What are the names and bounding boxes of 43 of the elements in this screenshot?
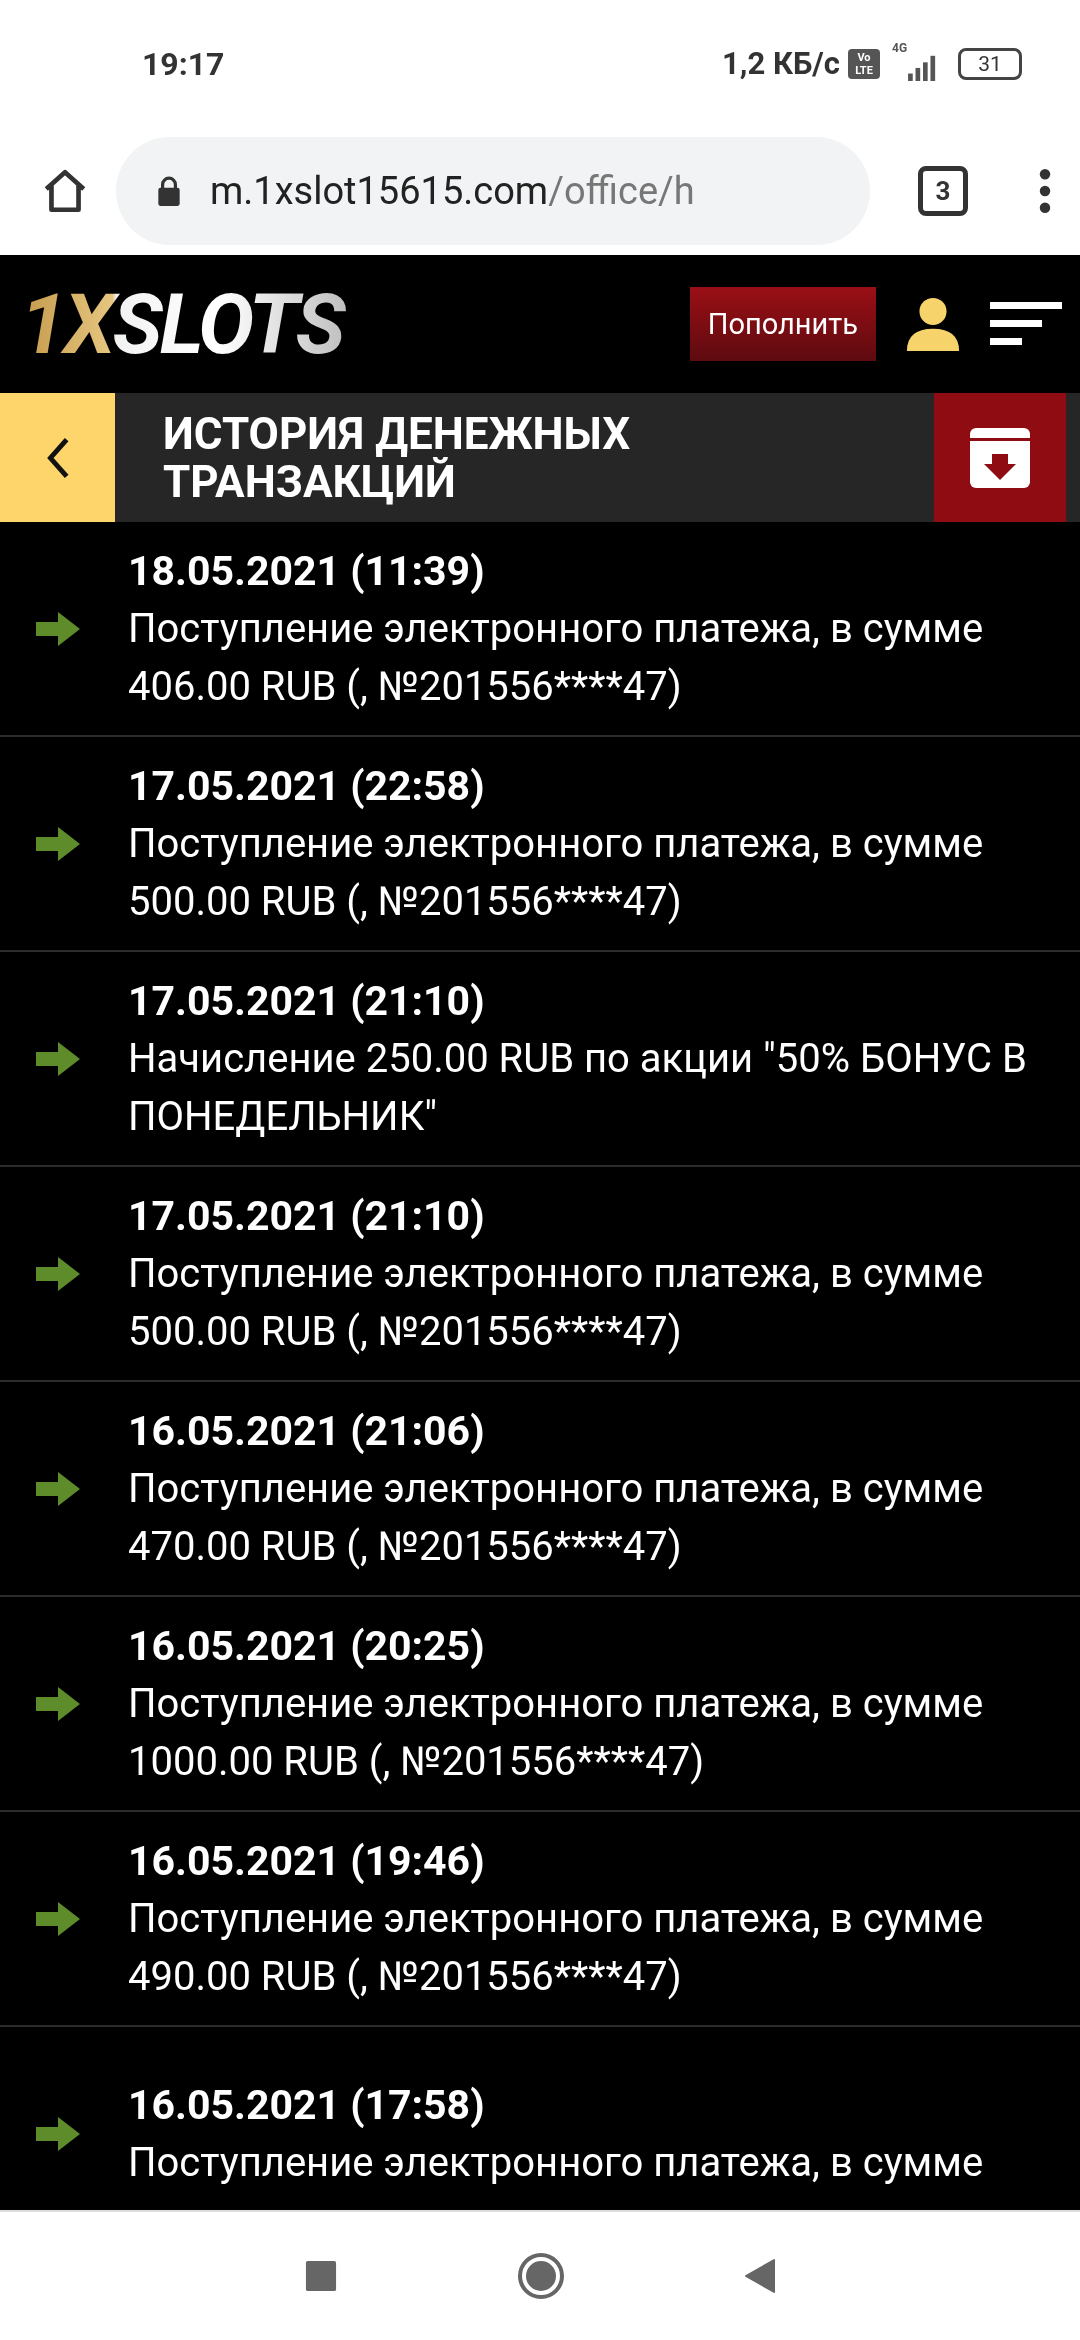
transaction-date: 17.05.2021 (22:58)	[128, 760, 486, 812]
recent-apps-icon[interactable]	[305, 2260, 337, 2292]
transaction-description: Поступление электронного платежа, в сумме 406.00 RUB (, №201556****47)	[128, 603, 985, 712]
menu-icon[interactable]	[990, 302, 1062, 346]
battery-level: 31	[958, 47, 1022, 80]
archive-download-icon	[968, 425, 1032, 490]
lock-icon	[156, 175, 182, 207]
back-triangle-icon[interactable]	[745, 2258, 775, 2294]
transaction-date: 17.05.2021 (21:10)	[128, 1190, 486, 1242]
transaction-description: Поступление электронного платежа, в сумме	[128, 2137, 985, 2188]
archive-button[interactable]	[934, 393, 1066, 522]
volte-badge: Vo LTE	[848, 48, 880, 79]
transaction-description: Начисление 250.00 RUB по акции "50% БОНУС В ПОНЕДЕЛЬНИК"	[128, 1033, 1028, 1142]
transaction-date: 16.05.2021 (19:46)	[128, 1835, 486, 1887]
transaction-date: 16.05.2021 (21:06)	[128, 1405, 486, 1457]
arrow-right-icon	[36, 611, 80, 646]
address-bar[interactable]: m.1xslot15615.com/office/h	[116, 137, 870, 245]
deposit-button[interactable]: Пополнить	[689, 287, 876, 361]
arrow-right-icon	[36, 1471, 80, 1506]
clock-time: 19:17	[142, 44, 225, 83]
arrow-right-icon	[36, 826, 80, 861]
user-icon[interactable]	[904, 295, 962, 353]
arrow-right-icon	[36, 1041, 80, 1076]
arrow-right-icon	[36, 1686, 80, 1721]
transaction-description: Поступление электронного платежа, в сумме 1000.00 RUB (, №201556****47)	[128, 1678, 985, 1787]
arrow-right-icon	[36, 2116, 80, 2151]
home-circle-icon[interactable]	[517, 2252, 565, 2300]
url-text: m.1xslot15615.com/office/h	[210, 169, 695, 213]
network-speed: 1,2 КБ/с	[722, 45, 840, 82]
transaction-date: 16.05.2021 (17:58)	[128, 2079, 486, 2131]
transaction-date: 16.05.2021 (20:25)	[128, 1620, 486, 1672]
transaction-description: Поступление электронного платежа, в сумме 490.00 RUB (, №201556****47)	[128, 1893, 985, 2002]
transaction-description: Поступление электронного платежа, в сумме 500.00 RUB (, №201556****47)	[128, 818, 985, 927]
transaction-description: Поступление электронного платежа, в сумме 470.00 RUB (, №201556****47)	[128, 1463, 985, 1572]
arrow-right-icon	[36, 1256, 80, 1291]
transaction-description: Поступление электронного платежа, в сумме 500.00 RUB (, №201556****47)	[128, 1248, 985, 1357]
more-menu-icon[interactable]	[1038, 168, 1052, 214]
page-title: ИСТОРИЯ ДЕНЕЖНЫХ ТРАНЗАКЦИЙ	[162, 409, 632, 506]
network-type: 4G	[892, 40, 908, 55]
transaction-date: 17.05.2021 (21:10)	[128, 975, 486, 1027]
tab-count-button[interactable]: 3	[918, 166, 968, 216]
transaction-date: 18.05.2021 (11:39)	[128, 545, 486, 597]
arrow-right-icon	[36, 1901, 80, 1936]
